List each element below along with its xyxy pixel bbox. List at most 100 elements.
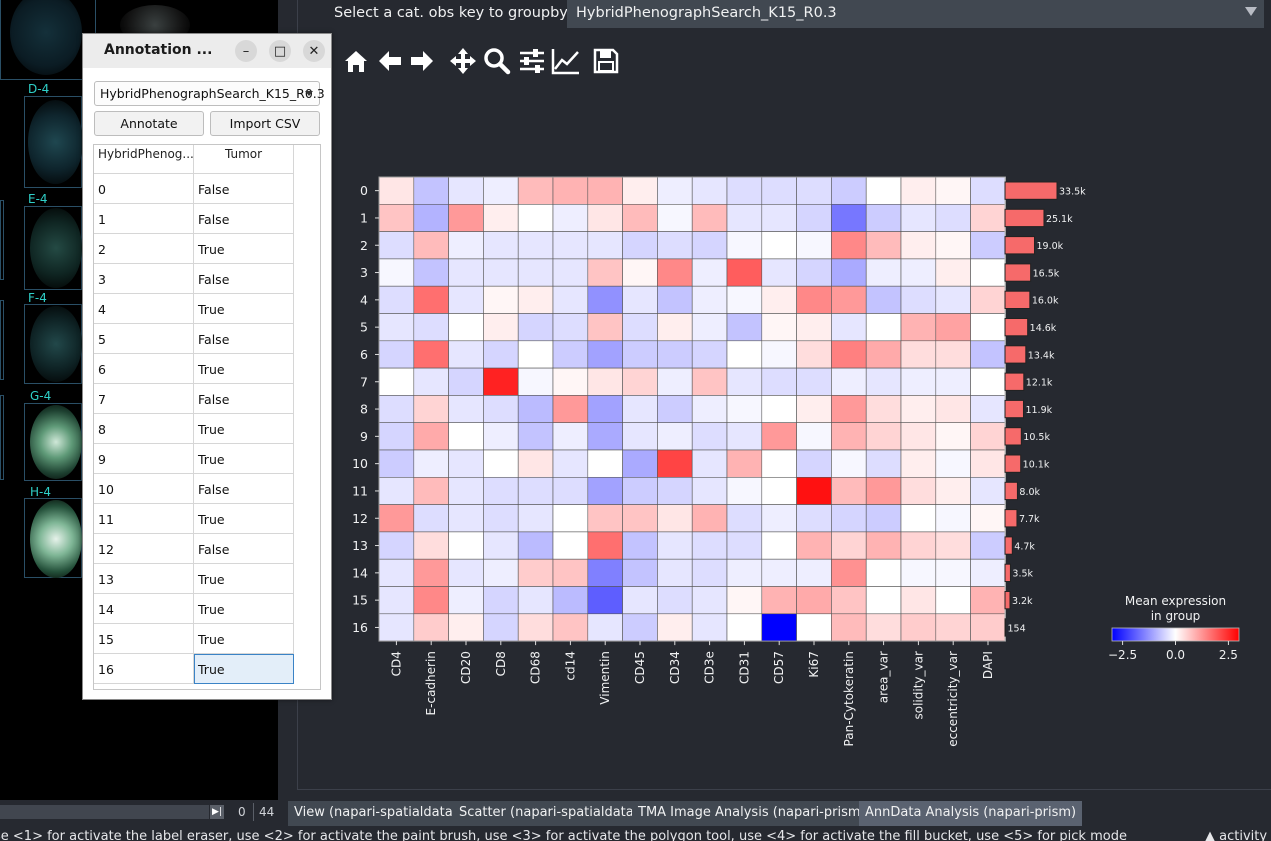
heatmap-cell <box>552 449 589 478</box>
import-csv-button[interactable]: Import CSV <box>210 111 320 136</box>
cluster-cell[interactable]: 0 <box>94 174 194 204</box>
activity-button[interactable]: ▲ activity <box>1205 829 1267 841</box>
heatmap-cell <box>691 504 728 533</box>
x-tick-label: CD34 <box>668 651 682 684</box>
tumor-cell[interactable]: False <box>194 384 294 414</box>
tumor-cell[interactable]: True <box>194 414 294 444</box>
tumor-cell[interactable]: True <box>194 654 294 684</box>
heatmap-cell <box>622 395 658 423</box>
heatmap-cell <box>378 613 415 642</box>
cluster-cell[interactable]: 11 <box>94 504 194 534</box>
tumor-cell[interactable]: True <box>194 564 294 594</box>
cluster-cell[interactable]: 5 <box>94 324 194 354</box>
heatmap-cell <box>831 313 867 342</box>
heatmap-cell <box>622 313 658 342</box>
groupby-select[interactable]: HybridPhenographSearch_K15_R0.3 <box>567 0 1264 28</box>
table-row: 11 True <box>94 504 294 534</box>
cluster-cell[interactable]: 12 <box>94 534 194 564</box>
zoom-icon[interactable] <box>481 44 513 78</box>
tab-tma-image-analysis[interactable]: TMA Image Analysis (napari-prism) <box>632 801 872 826</box>
heatmap-cell <box>448 613 484 642</box>
home-icon[interactable] <box>340 44 372 78</box>
cluster-cell[interactable]: 10 <box>94 474 194 504</box>
core-box-edge <box>0 395 4 480</box>
table-row: 7 False <box>94 384 294 414</box>
chevron-down-icon <box>305 91 313 96</box>
tissue-core <box>28 100 83 184</box>
tumor-cell[interactable]: False <box>194 474 294 504</box>
count-bar <box>1004 481 1018 501</box>
tumor-cell[interactable]: True <box>194 444 294 474</box>
heatmap-cell <box>657 340 693 369</box>
tab-anndata-analysis[interactable]: AnnData Analysis (napari-prism) <box>859 801 1083 826</box>
heatmap-cell <box>448 449 484 478</box>
tumor-cell[interactable]: False <box>194 264 294 294</box>
heatmap-cell <box>517 176 554 205</box>
annotate-button[interactable]: Annotate <box>94 111 204 136</box>
play-button-icon[interactable]: ▶| <box>210 805 224 819</box>
heatmap-cell <box>691 313 728 342</box>
cluster-cell[interactable]: 13 <box>94 564 194 594</box>
maximize-button[interactable]: □ <box>269 40 291 62</box>
tumor-cell[interactable]: True <box>194 504 294 534</box>
heatmap-cell <box>796 476 832 505</box>
cluster-cell[interactable]: 16 <box>94 654 194 684</box>
core-box-edge <box>0 200 4 280</box>
tumor-cell[interactable]: True <box>194 354 294 384</box>
heatmap-cell <box>796 504 832 533</box>
column-header-cluster[interactable]: HybridPhenog... <box>94 145 194 174</box>
table-row: 14 True <box>94 594 294 624</box>
cluster-cell[interactable]: 7 <box>94 384 194 414</box>
cluster-cell[interactable]: 15 <box>94 624 194 654</box>
heatmap-cell <box>413 231 449 260</box>
count-label: 10.5k <box>1023 432 1050 443</box>
edit-axis-icon[interactable] <box>550 44 582 78</box>
configure-subplots-icon[interactable] <box>516 44 548 78</box>
tumor-cell[interactable]: True <box>194 234 294 264</box>
cluster-cell[interactable]: 3 <box>94 264 194 294</box>
heatmap-cell <box>935 586 971 615</box>
heatmap-cell <box>761 395 797 423</box>
heatmap-cell <box>970 231 1006 260</box>
tab-view-spatialdata[interactable]: View (napari-spatialdata) <box>288 801 464 826</box>
tab-scatter-spatialdata[interactable]: Scatter (napari-spatialdata) <box>453 801 645 826</box>
colorbar-tick-label: −2.5 <box>1108 648 1137 662</box>
cluster-cell[interactable]: 6 <box>94 354 194 384</box>
cluster-cell[interactable]: 4 <box>94 294 194 324</box>
heatmap-cell <box>900 531 937 560</box>
save-icon[interactable] <box>590 44 622 78</box>
heatmap-cell <box>448 176 484 205</box>
cluster-cell[interactable]: 2 <box>94 234 194 264</box>
cluster-cell[interactable]: 9 <box>94 444 194 474</box>
y-tick-label: 9 <box>360 429 368 444</box>
annotation-key-select[interactable]: HybridPhenographSearch_K15_R0.3 <box>94 81 325 106</box>
tumor-cell[interactable]: True <box>194 594 294 624</box>
cluster-cell[interactable]: 8 <box>94 414 194 444</box>
heatmap-cell <box>831 449 867 478</box>
cluster-cell[interactable]: 1 <box>94 204 194 234</box>
back-arrow-icon[interactable] <box>374 44 406 78</box>
heatmap-cell <box>378 231 415 260</box>
tumor-cell[interactable]: False <box>194 204 294 234</box>
tissue-core <box>30 306 82 382</box>
column-header-tumor[interactable]: Tumor <box>194 145 294 174</box>
tumor-cell[interactable]: True <box>194 624 294 654</box>
heatmap-cell <box>483 285 519 314</box>
heatmap-cell <box>413 531 449 560</box>
heatmap-cell <box>657 367 693 396</box>
tumor-cell[interactable]: False <box>194 534 294 564</box>
tumor-cell[interactable]: False <box>194 174 294 204</box>
close-button[interactable]: ✕ <box>303 40 325 62</box>
forward-arrow-icon[interactable] <box>406 44 438 78</box>
y-tick-label: 15 <box>352 593 368 608</box>
annotation-title-bar[interactable]: Annotation ... – □ ✕ <box>83 34 331 68</box>
tumor-cell[interactable]: False <box>194 324 294 354</box>
tumor-cell[interactable]: True <box>194 294 294 324</box>
minimize-button[interactable]: – <box>235 40 257 62</box>
heatmap-cell <box>935 340 971 369</box>
pan-icon[interactable] <box>447 44 479 78</box>
heatmap-cell <box>900 203 937 232</box>
dims-slider[interactable] <box>0 805 209 819</box>
heatmap-cell <box>970 395 1006 423</box>
cluster-cell[interactable]: 14 <box>94 594 194 624</box>
